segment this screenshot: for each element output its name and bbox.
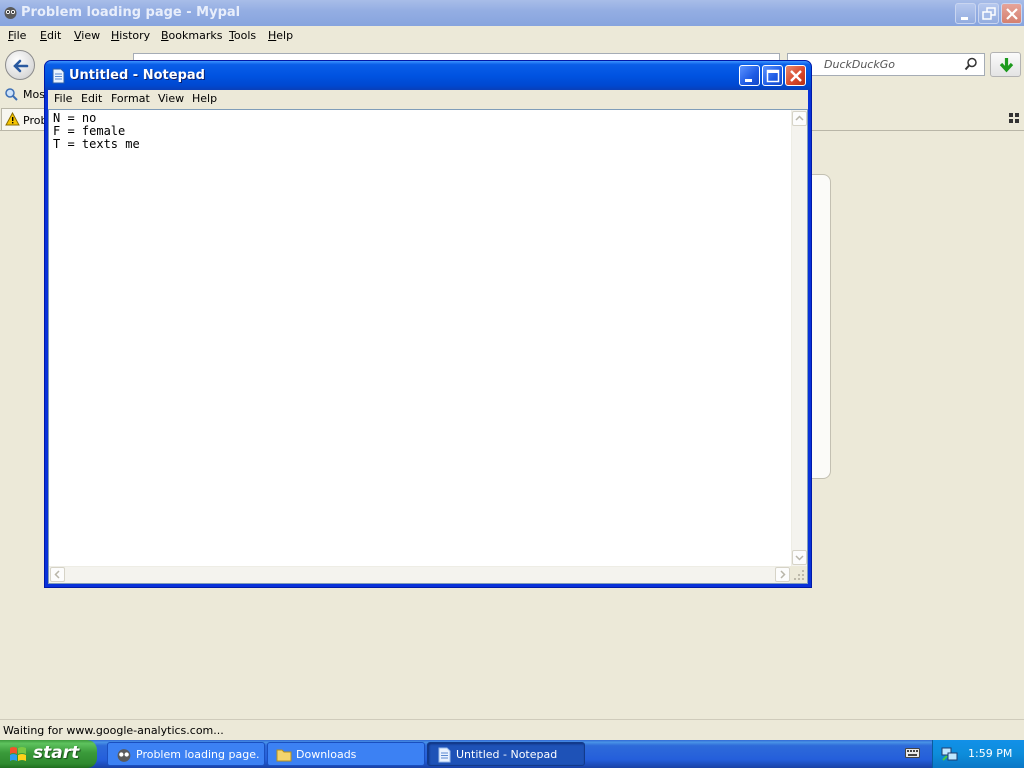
notepad-window-title: Untitled - Notepad: [69, 68, 205, 83]
notepad-text[interactable]: N = no F = female T = texts me: [53, 112, 140, 151]
notepad-menu-file[interactable]: File: [54, 92, 72, 105]
keyboard-icon[interactable]: [905, 747, 920, 759]
folder-icon: [276, 749, 292, 762]
system-tray: 1:59 PM: [932, 740, 1024, 768]
minimize-icon: [745, 79, 752, 82]
menu-help[interactable]: Help: [268, 29, 293, 42]
notepad-text-area[interactable]: N = no F = female T = texts me: [48, 109, 808, 584]
clock[interactable]: 1:59 PM: [968, 747, 1012, 760]
taskbar-button-mypal[interactable]: Problem loading page...: [107, 742, 265, 766]
menu-edit[interactable]: Edit: [40, 29, 61, 42]
notepad-menu-bar: File Edit Format View Help: [48, 90, 808, 109]
menu-tools[interactable]: Tools: [229, 29, 256, 42]
scroll-right-button[interactable]: [775, 567, 790, 582]
chevron-left-icon: [54, 570, 60, 579]
menu-bookmarks[interactable]: Bookmarks: [161, 29, 222, 42]
task-label: Problem loading page...: [136, 748, 260, 761]
taskbar-button-downloads[interactable]: Downloads: [267, 742, 425, 766]
search-input[interactable]: DuckDuckGo: [787, 53, 985, 76]
chevron-up-icon: [795, 115, 804, 121]
notepad-title-bar[interactable]: Untitled - Notepad: [45, 61, 811, 90]
notepad-icon: [438, 747, 451, 763]
scroll-up-button[interactable]: [792, 111, 807, 126]
notepad-minimize-button[interactable]: [739, 65, 760, 86]
vertical-scrollbar[interactable]: [791, 110, 807, 566]
scroll-down-button[interactable]: [792, 550, 807, 565]
notepad-menu-edit[interactable]: Edit: [81, 92, 102, 105]
tab-list-icon[interactable]: [1009, 113, 1019, 123]
browser-title-bar[interactable]: Problem loading page - Mypal: [0, 0, 1024, 26]
resize-grip[interactable]: [790, 566, 807, 583]
start-label: start: [33, 743, 80, 763]
menu-file[interactable]: File: [8, 29, 26, 42]
mypal-icon: [117, 749, 131, 762]
network-icon[interactable]: [941, 746, 958, 762]
browser-restore-button[interactable]: [978, 3, 999, 24]
chevron-down-icon: [795, 555, 804, 561]
windows-logo-icon: [10, 747, 26, 761]
taskbar-button-notepad[interactable]: Untitled - Notepad: [427, 742, 585, 766]
scroll-left-button[interactable]: [50, 567, 65, 582]
search-icon[interactable]: [964, 57, 978, 71]
notepad-maximize-button[interactable]: [762, 65, 783, 86]
browser-minimize-button[interactable]: [955, 3, 976, 24]
notepad-close-button[interactable]: [785, 65, 806, 86]
status-text: Waiting for www.google-analytics.com...: [3, 724, 224, 737]
notepad-menu-help[interactable]: Help: [192, 92, 217, 105]
notepad-menu-view[interactable]: View: [158, 92, 184, 105]
back-arrow-icon: [13, 59, 29, 73]
menu-history[interactable]: History: [111, 29, 150, 42]
horizontal-scrollbar[interactable]: [49, 566, 791, 583]
warning-icon: [5, 112, 20, 126]
menu-view[interactable]: View: [74, 29, 100, 42]
close-icon: [1006, 8, 1018, 20]
task-label: Untitled - Notepad: [456, 748, 558, 761]
chevron-right-icon: [780, 570, 786, 579]
maximize-icon: [766, 69, 780, 83]
download-arrow-icon: [999, 58, 1014, 73]
size-grip-icon: [794, 570, 804, 580]
text-line: T = texts me: [53, 137, 140, 151]
bookmark-search-icon: [5, 88, 18, 101]
task-label: Downloads: [296, 748, 357, 761]
restore-icon: [982, 7, 996, 20]
browser-menu-bar: File Edit View History Bookmarks Tools H…: [0, 26, 1024, 46]
mypal-icon: [4, 7, 17, 19]
browser-window-title: Problem loading page - Mypal: [21, 5, 241, 20]
status-bar: Waiting for www.google-analytics.com...: [0, 719, 1024, 740]
close-icon: [790, 70, 802, 82]
notepad-menu-format[interactable]: Format: [111, 92, 150, 105]
downloads-button[interactable]: [990, 52, 1021, 77]
search-placeholder: DuckDuckGo: [824, 58, 895, 71]
start-button[interactable]: start: [0, 740, 97, 768]
back-button[interactable]: [5, 50, 35, 80]
notepad-icon: [52, 68, 65, 84]
minimize-icon: [961, 17, 968, 20]
notepad-window: Untitled - Notepad File Edit Format View…: [44, 60, 812, 588]
browser-close-button[interactable]: [1001, 3, 1022, 24]
